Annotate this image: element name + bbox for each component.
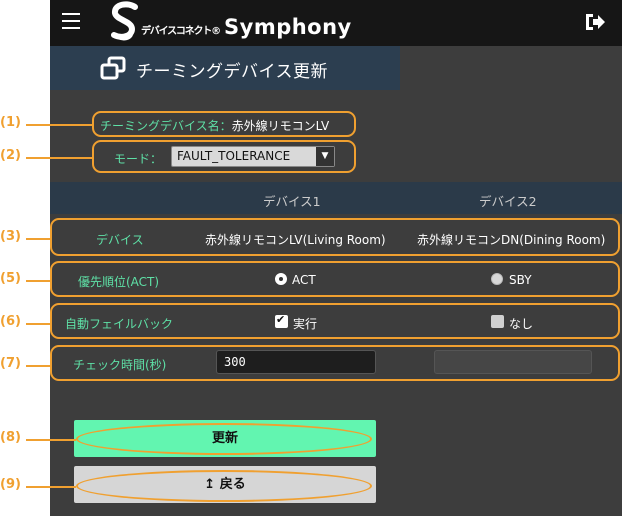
device-1-name: 赤外線リモコンLV(Living Room) <box>205 233 386 247</box>
teaming-device-name-label: チーミングデバイス名： <box>100 119 232 133</box>
priority-sby-label: SBY <box>509 273 532 287</box>
back-arrow-icon: ↥ <box>204 477 216 492</box>
page-title-bar: チーミングデバイス更新 <box>50 46 400 90</box>
annotation-leader-1 <box>26 124 92 126</box>
column-header-device-1: デバイス1 <box>263 194 321 209</box>
mode-select[interactable]: FAULT_TOLERANCE ▼ <box>171 146 335 167</box>
top-bar: デバイスコネクト® Symphony <box>50 0 622 46</box>
annotation-label-2: (2) <box>0 148 21 163</box>
logo-s-icon <box>111 1 138 41</box>
mode-select-value: FAULT_TOLERANCE <box>177 149 291 163</box>
failback-none-checkbox[interactable] <box>491 315 504 328</box>
row-label-priority: 優先順位(ACT) <box>78 275 160 289</box>
update-button[interactable]: 更新 <box>74 420 376 457</box>
row-label-device: デバイス <box>96 233 144 247</box>
annotation-label-8: (8) <box>0 430 21 445</box>
logo-subtitle: デバイスコネクト® <box>141 26 221 37</box>
device-2-name: 赤外線リモコンDN(Dining Room) <box>417 233 606 247</box>
page-title: チーミングデバイス更新 <box>136 62 328 82</box>
failback-execute-label: 実行 <box>293 317 318 331</box>
annotation-leader-3 <box>26 238 50 240</box>
annotation-label-5: (5) <box>0 271 21 286</box>
priority-sby-radio[interactable] <box>491 273 503 285</box>
window-restore-icon <box>100 56 126 80</box>
annotation-label-3: (3) <box>0 229 21 244</box>
check-time-input-2-disabled <box>434 350 592 374</box>
annotation-leader-5 <box>26 280 50 282</box>
hamburger-menu-icon[interactable] <box>62 13 80 29</box>
teaming-device-name-value: 赤外線リモコンLV <box>231 119 330 133</box>
row-label-failback: 自動フェイルバック <box>65 317 174 331</box>
mode-label: モード： <box>114 152 163 166</box>
annotation-leader-2 <box>26 157 92 159</box>
annotation-leader-7 <box>26 365 50 367</box>
logo-title: Symphony <box>224 15 352 39</box>
row-label-check-time: チェック時間(秒) <box>73 358 167 372</box>
annotation-leader-6 <box>26 323 50 325</box>
check-time-input[interactable]: 300 <box>216 350 376 374</box>
priority-act-radio[interactable] <box>275 273 287 285</box>
priority-act-label: ACT <box>292 273 316 287</box>
annotation-label-6: (6) <box>0 314 21 329</box>
column-header-device-2: デバイス2 <box>479 194 537 209</box>
dropdown-arrow-icon: ▼ <box>316 147 334 166</box>
annotation-label-7: (7) <box>0 356 21 371</box>
failback-execute-checkbox[interactable] <box>275 313 288 328</box>
logout-icon[interactable] <box>584 12 606 32</box>
app-window: デバイスコネクト® Symphony チーミングデバイス更新 チーミングデバイス… <box>50 0 622 516</box>
teaming-device-name: チーミングデバイス名：赤外線リモコンLV <box>100 117 329 134</box>
annotation-label-1: (1) <box>0 115 21 130</box>
annotation-leader-9 <box>26 486 76 488</box>
back-button[interactable]: ↥ 戻る <box>74 466 376 503</box>
back-button-label: 戻る <box>219 477 246 492</box>
annotation-leader-8 <box>26 439 76 441</box>
failback-none-label: なし <box>509 317 534 331</box>
annotation-label-9: (9) <box>0 477 21 492</box>
screenshot-stage: デバイスコネクト® Symphony チーミングデバイス更新 チーミングデバイス… <box>0 0 622 516</box>
